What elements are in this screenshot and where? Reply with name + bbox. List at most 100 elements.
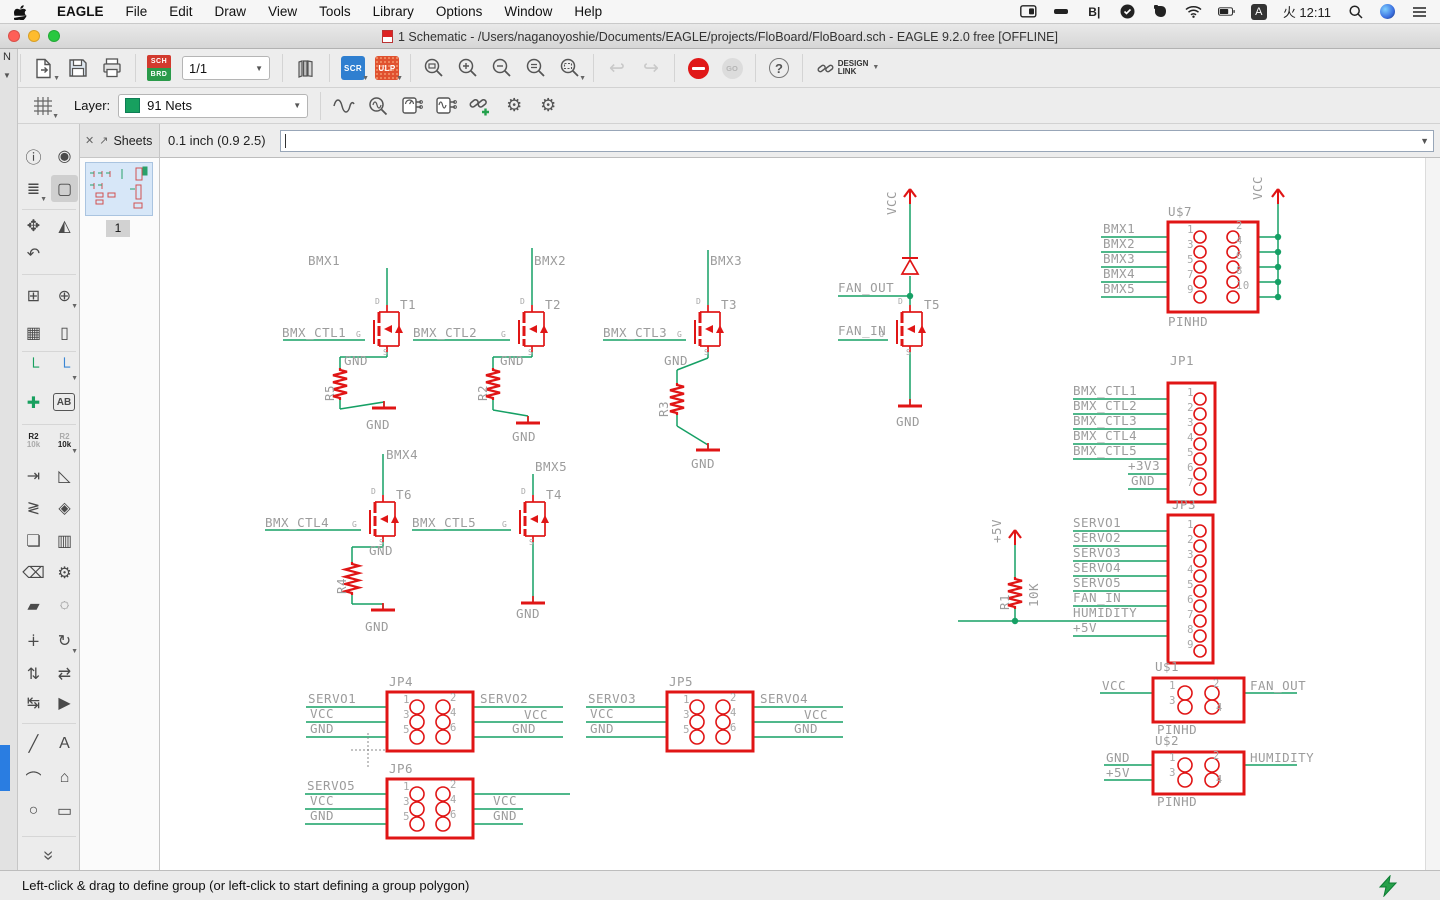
command-input[interactable]: ▼	[279, 129, 1434, 152]
connector-JP5[interactable]	[665, 690, 755, 753]
vcc-symbol[interactable]	[903, 188, 917, 204]
gnd-symbol[interactable]	[898, 399, 922, 408]
schematic-canvas[interactable]: D G S D G S D G S D G S D G S D G S BMX1 T1 BMX_CTL1 GND R5 GND…	[160, 158, 1440, 870]
minimized-status-icon[interactable]	[1053, 4, 1070, 19]
zoom-in-button[interactable]	[451, 53, 485, 83]
evernote-icon[interactable]	[1152, 4, 1169, 19]
menu-edit[interactable]: Edit	[158, 4, 203, 19]
zoom-fit-button[interactable]	[417, 53, 451, 83]
apple-menu-icon[interactable]	[14, 4, 28, 20]
tool-gateswap-icon[interactable]: ⇅	[20, 660, 47, 687]
zoom-out-button[interactable]	[485, 53, 519, 83]
connector-U_2[interactable]	[1151, 750, 1246, 796]
canvas-scroll-strip[interactable]	[1425, 158, 1440, 870]
simulate-button[interactable]	[327, 91, 361, 121]
redo-button[interactable]: ↪	[634, 53, 668, 83]
tool-move-icon[interactable]: ✥	[20, 212, 47, 239]
diode-symbol[interactable]	[900, 257, 920, 275]
tool-arc-icon[interactable]: ⌒	[20, 764, 47, 791]
gnd-symbol[interactable]	[372, 401, 396, 410]
connector-JP6[interactable]	[385, 777, 475, 840]
connector-U_7[interactable]	[1166, 220, 1260, 314]
collapsed-panel-caret[interactable]: ▼	[3, 71, 11, 80]
open-button[interactable]: ▼	[27, 53, 61, 83]
menu-help[interactable]: Help	[563, 4, 613, 19]
vcc-symbol[interactable]	[1008, 529, 1022, 545]
tool-value-icon[interactable]: R2 10k ▼	[51, 427, 78, 455]
tool-change-icon[interactable]: ⚙	[51, 559, 78, 586]
popout-sheets-icon[interactable]: ↗	[99, 134, 108, 147]
grid-button[interactable]: ▼	[26, 91, 60, 121]
stop-button[interactable]	[681, 53, 715, 83]
gnd-symbol[interactable]	[521, 596, 545, 605]
close-sheets-icon[interactable]: ✕	[85, 134, 94, 147]
tool-draw-net-icon[interactable]: └	[20, 354, 47, 381]
print-button[interactable]	[95, 53, 129, 83]
tool-split-icon[interactable]: ≷	[20, 494, 47, 521]
spotlight-search-icon[interactable]	[1347, 4, 1364, 19]
sheet-thumbnail[interactable]	[85, 162, 153, 216]
wifi-icon[interactable]	[1185, 4, 1202, 19]
tool-rotate-icon[interactable]: ↶	[20, 240, 47, 267]
design-link-button[interactable]: DESIGN LINK ▼	[809, 53, 887, 83]
mosfet-T1[interactable]: D G S	[356, 297, 403, 357]
tool-update-icon[interactable]: ↻ ▼	[51, 627, 78, 656]
menu-clock[interactable]: 火 12:11	[1283, 2, 1331, 21]
tool-move-segment-icon[interactable]: ↹	[20, 689, 47, 716]
input-source-icon[interactable]: A	[1250, 3, 1267, 20]
connector-JP4[interactable]	[385, 690, 475, 753]
tool-ripup-icon[interactable]: ◌	[51, 592, 78, 619]
redraw-button[interactable]	[519, 53, 553, 83]
sheet-page-number[interactable]: 1	[106, 220, 130, 237]
vcc-symbol[interactable]	[1271, 188, 1285, 204]
tool-name-icon[interactable]: R2 10k	[20, 427, 47, 454]
tool-pin-command-icon[interactable]: ⇥	[20, 462, 47, 489]
tool-delete-icon[interactable]: ⌫	[20, 559, 47, 586]
mosfet-T6[interactable]: DGS	[352, 487, 399, 547]
connector-U_1[interactable]	[1151, 676, 1246, 724]
gnd-symbol[interactable]	[516, 416, 540, 425]
tool-rect-icon[interactable]: ▭	[51, 797, 78, 824]
display-status-icon[interactable]	[1019, 4, 1037, 19]
schematic-board-toggle[interactable]: SCH BRD	[142, 53, 176, 83]
tool-show-icon[interactable]: ◉	[51, 142, 78, 169]
tool-invoke-icon[interactable]: ∔	[20, 627, 47, 654]
tool-copy-icon[interactable]: ❏	[20, 527, 47, 554]
tool-info-icon[interactable]: ⓘ	[20, 142, 47, 169]
voltmeter-button[interactable]	[395, 91, 429, 121]
menu-window[interactable]: Window	[493, 4, 563, 19]
tool-pinswap-icon[interactable]: ⇄	[51, 660, 78, 687]
bi-app-icon[interactable]: B|	[1086, 4, 1103, 19]
mosfet-T3[interactable]: D G S	[677, 297, 724, 357]
command-dropdown-icon[interactable]: ▼	[1420, 136, 1429, 146]
tool-more-tools-icon[interactable]: »	[35, 842, 62, 869]
mosfet-T4[interactable]: D G S	[502, 487, 549, 547]
run-script-button[interactable]: SCR ▼	[336, 53, 370, 83]
tool-miter-icon[interactable]: ◺	[51, 462, 78, 489]
tool-text-icon[interactable]: A	[51, 730, 78, 757]
run-ulp-button[interactable]: ULP ▼	[370, 53, 404, 83]
tool-attribute-icon[interactable]: ◈	[51, 494, 78, 521]
tool-display-layers-icon[interactable]: ≣ ▼	[20, 175, 47, 204]
tool-change-package-icon[interactable]: ▦	[20, 319, 47, 346]
resistor-R3[interactable]	[669, 383, 685, 415]
tool-label-icon[interactable]: AB	[53, 393, 75, 411]
tool-paint-icon[interactable]: ▰	[20, 592, 47, 619]
tool-junction-icon[interactable]: ✚	[20, 389, 47, 416]
menu-eagle[interactable]: EAGLE	[46, 4, 115, 19]
battery-icon[interactable]	[1217, 4, 1235, 19]
menu-options[interactable]: Options	[425, 4, 494, 19]
tool-draw-bus-icon[interactable]: └ ▼	[51, 354, 78, 383]
add-link-button[interactable]	[463, 91, 497, 121]
siri-icon[interactable]	[1380, 4, 1395, 19]
zoom-select-button[interactable]: ▼	[553, 53, 587, 83]
sheet-selector[interactable]: 1/1 ▼	[182, 56, 270, 80]
notification-center-icon[interactable]	[1411, 4, 1428, 19]
mosfet-T2[interactable]: D G S	[501, 297, 548, 357]
menu-draw[interactable]: Draw	[204, 4, 258, 19]
oscilloscope-button[interactable]	[429, 91, 463, 121]
tool-add-next-gate-icon[interactable]: ⊕ ▼	[51, 282, 78, 311]
undo-button[interactable]: ↩	[600, 53, 634, 83]
probe-button[interactable]	[361, 91, 395, 121]
menu-tools[interactable]: Tools	[308, 4, 362, 19]
